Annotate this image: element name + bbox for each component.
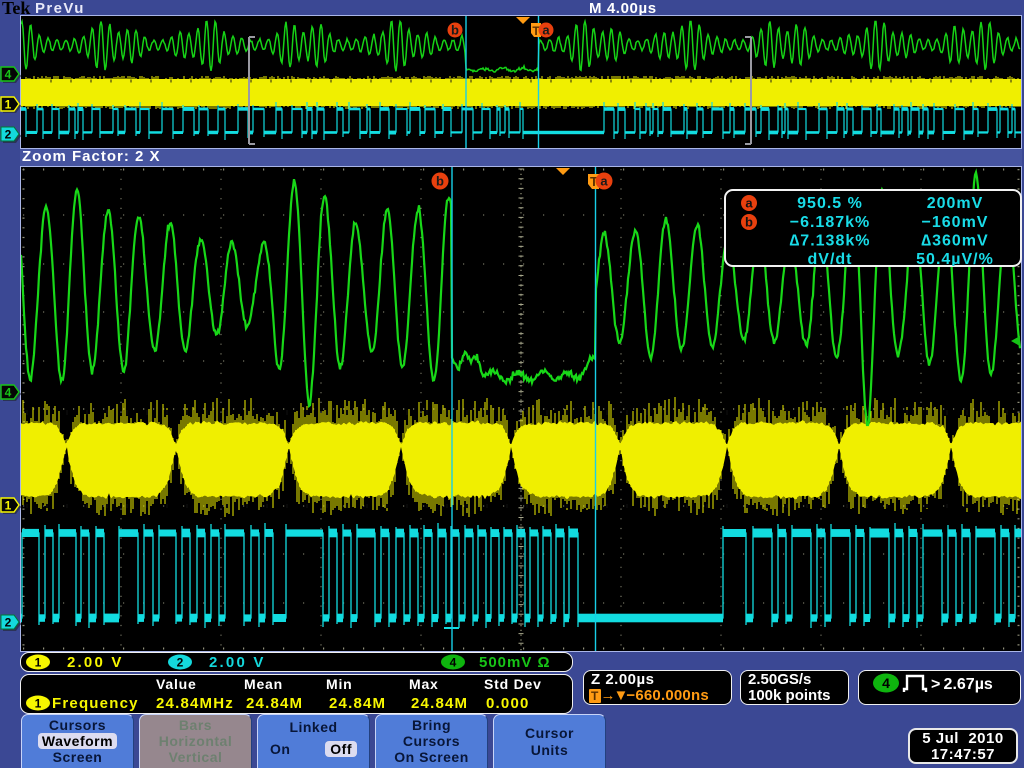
svg-text:−6.187k%: −6.187k% [790,214,871,231]
svg-text:0.000: 0.000 [486,695,530,712]
svg-text:1: 1 [35,697,42,711]
svg-text:> 2.67µs: > 2.67µs [931,676,993,693]
svg-text:b: b [745,215,753,230]
svg-text:2.00 V: 2.00 V [67,654,124,671]
svg-text:200mV: 200mV [927,195,984,212]
svg-text:1: 1 [35,656,42,670]
svg-text:Min: Min [326,676,353,692]
svg-text:dV/dt: dV/dt [808,251,853,266]
svg-text:24.84M: 24.84M [411,695,468,712]
svg-text:24.84M: 24.84M [329,695,386,712]
svg-text:Max: Max [409,676,439,692]
svg-text:2: 2 [5,616,12,630]
svg-text:24.84MHz: 24.84MHz [156,695,234,712]
svg-text:50.4µV/%: 50.4µV/% [916,251,994,266]
svg-text:4: 4 [5,386,12,400]
svg-text:Mean: Mean [244,676,283,692]
svg-text:1: 1 [5,98,12,112]
svg-text:−160mV: −160mV [922,214,989,231]
svg-text:Value: Value [156,676,197,692]
svg-text:Frequency: Frequency [52,695,139,712]
svg-text:4: 4 [882,675,890,691]
svg-text:24.84M: 24.84M [246,695,303,712]
svg-text:4: 4 [5,68,12,82]
svg-text:2: 2 [177,656,184,670]
svg-text:∆360mV: ∆360mV [921,233,988,250]
svg-text:1: 1 [5,499,12,513]
svg-text:Std Dev: Std Dev [484,676,542,692]
svg-text:500mV Ω: 500mV Ω [479,654,551,671]
svg-text:4: 4 [450,656,457,670]
svg-text:∆7.138k%: ∆7.138k% [790,233,871,250]
svg-text:950.5 %: 950.5 % [797,195,863,212]
svg-text:2: 2 [5,128,12,142]
svg-text:a: a [745,196,753,211]
svg-text:2.00 V: 2.00 V [209,654,266,671]
